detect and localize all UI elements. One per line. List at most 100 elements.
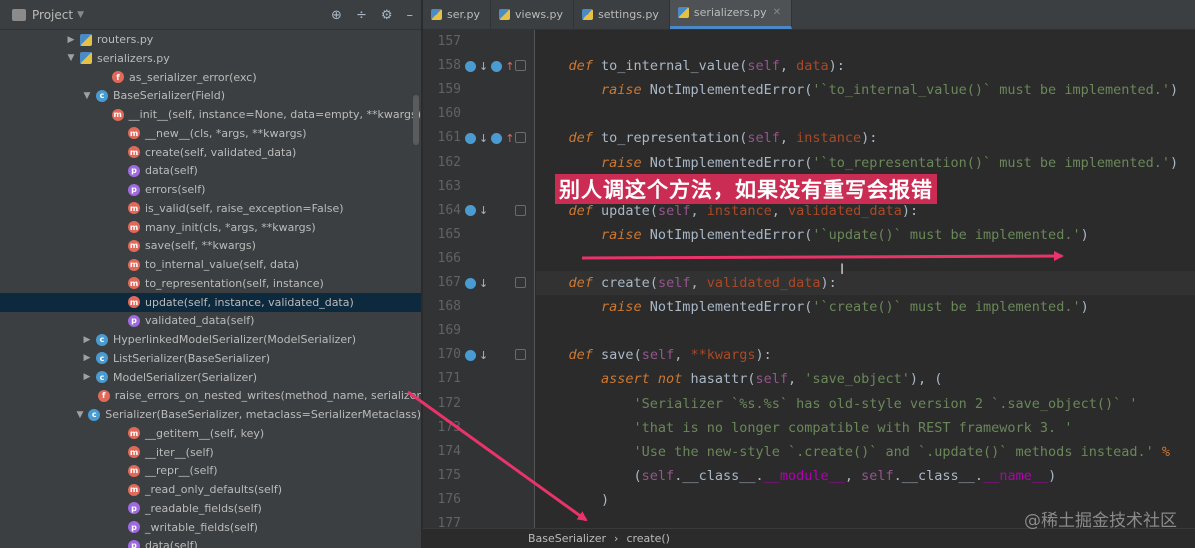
arrow-down-icon[interactable]: ↓ [479,204,488,217]
fold-icon[interactable] [515,277,526,288]
code-line[interactable]: def to_internal_value(self, data): [536,54,1195,78]
code-line[interactable] [536,30,1195,54]
code-line[interactable]: assert not hasattr(self, 'save_object'),… [536,367,1195,391]
overridden-icon[interactable] [465,349,476,361]
tab-label: views.py [515,7,564,21]
tab-settings[interactable]: settings.py [574,0,670,29]
tree-item[interactable]: ▶ c HyperlinkedModelSerializer(ModelSerial… [0,330,421,349]
tree-item[interactable]: p validated_data(self) [0,311,421,330]
tree-item[interactable]: ▶ routers.py [0,30,421,49]
tree-item[interactable]: p _writable_fields(self) [0,518,421,537]
arrow-up-icon[interactable]: ↑ [505,60,514,73]
locate-icon[interactable]: ⊕ [331,8,342,23]
code-area[interactable]: def to_internal_value(self, data): raise… [536,30,1195,528]
gear-icon[interactable]: ⚙ [381,8,393,23]
code-line[interactable]: raise NotImplementedError('`to_internal_… [536,78,1195,102]
tree-item[interactable]: p errors(self) [0,180,421,199]
arrow-up-icon[interactable]: ↑ [505,132,514,145]
tab-serializers[interactable]: serializers.py ✕ [669,0,793,29]
overridden-icon[interactable] [465,132,476,144]
tree-item[interactable]: ▼ c BaseSerializer(Field) [0,86,421,105]
close-icon[interactable]: ✕ [773,7,781,18]
tree-item[interactable]: m save(self, **kwargs) [0,236,421,255]
chevron-down-icon[interactable]: ▼ [66,53,76,63]
code-line[interactable] [536,319,1195,343]
tree-item[interactable]: m many_init(cls, *args, **kwargs) [0,218,421,237]
tree-item[interactable]: p data(self) [0,536,421,548]
overrides-icon[interactable] [491,60,503,72]
tree-item-label: as_serializer_error(exc) [129,70,257,84]
property-icon: p [128,183,140,196]
code-line[interactable]: 'Use the new-style `.create()` and `.upd… [536,440,1195,464]
python-file-icon [582,8,594,20]
code-line[interactable] [536,247,1195,271]
method-icon: m [128,277,140,290]
method-icon: m [128,427,140,440]
tree-item[interactable]: ▼ serializers.py [0,49,421,68]
project-header: Project ▼ ⊕ ÷ ⚙ – [0,0,421,30]
chevron-right-icon[interactable]: ▶ [66,35,76,45]
overridden-icon[interactable] [465,60,476,72]
tree-scrollbar[interactable] [413,95,419,145]
chevron-down-icon[interactable]: ▼ [82,91,92,101]
code-line[interactable]: raise NotImplementedError('`update()` mu… [536,223,1195,247]
fold-icon[interactable] [515,204,526,216]
collapse-icon[interactable]: ÷ [356,8,367,23]
code-line[interactable]: 'that is no longer compatible with REST … [536,416,1195,440]
code-line[interactable]: def to_representation(self, instance): [536,126,1195,150]
tree-item[interactable]: m __iter__(self) [0,443,421,462]
tree-item-label: to_internal_value(self, data) [145,258,300,271]
tree-item[interactable]: ▶ c ListSerializer(BaseSerializer) [0,349,421,368]
tree-item[interactable]: m to_internal_value(self, data) [0,255,421,274]
tree-item[interactable]: f raise_errors_on_nested_writes(method_na… [0,386,421,405]
tree-item[interactable]: m update(self, instance, validated_data) [0,292,421,312]
tree-item[interactable]: m __getitem__(self, key) [0,424,421,443]
code-line[interactable]: def save(self, **kwargs): [536,343,1195,367]
tree-item[interactable]: f as_serializer_error(exc) [0,68,421,87]
project-title[interactable]: Project [32,8,73,22]
tree-item[interactable]: p data(self) [0,161,421,180]
fold-icon[interactable] [515,132,526,144]
tree-item[interactable]: m __new__(cls, *args, **kwargs) [0,124,421,143]
arrow-down-icon[interactable]: ↓ [479,60,488,73]
breadcrumb-method[interactable]: create() [626,532,670,545]
tree-item[interactable]: m __repr__(self) [0,461,421,480]
python-file-icon [80,33,92,46]
project-tree: ▶ routers.py ▼ serializers.py f as_serializer… [0,30,421,548]
arrow-down-icon[interactable]: ↓ [479,277,488,290]
tree-item[interactable]: p _readable_fields(self) [0,499,421,518]
fold-icon[interactable] [515,349,526,361]
overridden-icon[interactable] [465,277,476,289]
chevron-right-icon[interactable]: ▶ [82,372,92,382]
tab-views[interactable]: views.py [491,0,575,29]
chevron-down-icon[interactable]: ▼ [77,10,84,20]
fold-icon[interactable] [515,60,526,72]
code-line[interactable]: (self.__class__.__module__, self.__class… [536,464,1195,488]
tree-item[interactable]: m to_representation(self, instance) [0,274,421,293]
breadcrumb-class[interactable]: BaseSerializer [528,532,606,545]
overrides-icon[interactable] [491,132,503,144]
method-icon: m [128,464,140,477]
chevron-right-icon[interactable]: ▶ [82,335,92,345]
code-line[interactable]: 'Serializer `%s.%s` has old-style versio… [536,392,1195,416]
code-line[interactable]: def create(self, validated_data): [536,271,1195,295]
code-line[interactable]: raise NotImplementedError('`create()` mu… [536,295,1195,319]
hide-icon[interactable]: – [407,8,414,23]
project-toolbar: ⊕ ÷ ⚙ – [331,0,413,30]
code-line[interactable]: raise NotImplementedError('`to_represent… [536,151,1195,175]
tree-item[interactable]: m create(self, validated_data) [0,143,421,162]
property-icon: p [128,539,140,548]
tree-item[interactable]: m is_valid(self, raise_exception=False) [0,199,421,218]
arrow-down-icon[interactable]: ↓ [479,132,488,145]
arrow-down-icon[interactable]: ↓ [479,349,488,362]
code-line[interactable] [536,102,1195,126]
tab-ser[interactable]: ser.py [423,0,491,29]
overridden-icon[interactable] [465,205,476,217]
tree-item[interactable]: ▼ c Serializer(BaseSerializer, metaclass=S… [0,405,421,424]
tree-item-label: Serializer(BaseSerializer, metaclass=Ser… [105,408,421,421]
chevron-right-icon[interactable]: ▶ [82,353,92,363]
tree-item[interactable]: m __init__(self, instance=None, data=empt… [0,105,421,124]
chevron-down-icon[interactable]: ▼ [75,410,84,420]
tree-item[interactable]: ▶ c ModelSerializer(Serializer) [0,368,421,387]
tree-item[interactable]: m _read_only_defaults(self) [0,480,421,499]
